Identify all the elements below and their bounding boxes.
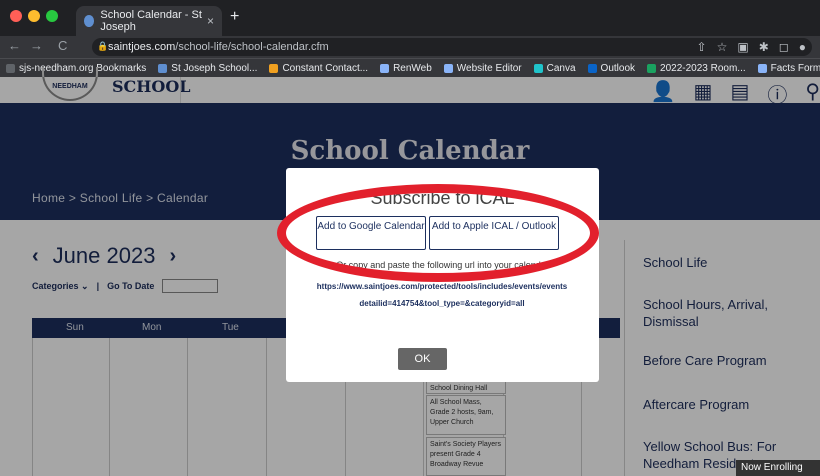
bookmark-item[interactable]: RenWeb [380,63,432,74]
bookmark-favicon-icon [269,63,279,73]
bookmark-item[interactable]: Website Editor [443,62,522,74]
extensions-puzzle-icon[interactable]: ✱ [759,40,769,54]
bookmark-favicon-icon [757,63,767,73]
tab-title: School Calendar - St Joseph [100,9,202,33]
share-icon[interactable]: ⇧ [697,40,707,54]
bookmark-favicon-icon [380,63,390,73]
bookmark-label: Canva [546,62,576,74]
bookmark-item[interactable]: Canva [533,62,576,74]
bookmark-star-icon[interactable]: ☆ [717,40,728,54]
browser-tab-strip: School Calendar - St Joseph × + [0,0,820,36]
browser-tab-active[interactable]: School Calendar - St Joseph × [76,6,222,36]
back-arrow-icon[interactable]: ← [8,38,21,53]
bookmark-item[interactable]: 2022-2023 Room... [647,63,746,74]
bookmark-label: Outlook [600,62,636,74]
reload-icon[interactable]: C [58,38,67,53]
bookmark-item[interactable]: Constant Contact... [269,63,368,74]
close-window-button[interactable] [10,10,22,22]
bookmarks-bar: sjs-needham.org Bookmarks St Joseph Schoo… [0,58,820,77]
url-path: /school-life/school-calendar.cfm [175,41,329,53]
ok-button[interactable]: OK [398,348,447,370]
bookmark-label: Constant Contact... [282,62,369,74]
bookmark-label: Website Editor [456,62,522,74]
tab-close-icon[interactable]: × [207,14,214,28]
lock-icon: 🔒 [97,41,109,51]
bookmark-favicon-icon [158,63,168,73]
bookmark-item[interactable]: Facts Forms [757,62,820,74]
bookmark-item[interactable]: Outlook [587,62,636,74]
ical-subscribe-url[interactable]: https://www.saintjoes.com/protected/tool… [292,278,592,312]
highlight-annotation-ring [277,184,599,282]
url-field[interactable]: 🔒 saintjoes.com/school-life/school-calen… [92,38,812,56]
forward-arrow-icon[interactable]: → [30,38,43,53]
extension-icons: ⇧ ☆ ▣ ✱ ◻ ● [697,40,806,54]
bookmark-item[interactable]: St Joseph School... [158,63,257,74]
address-bar-row: ← → C 🔒 saintjoes.com/school-life/school… [0,36,820,58]
maximize-window-button[interactable] [46,10,58,22]
profile-avatar-icon[interactable]: ● [799,40,806,54]
bookmark-label: St Joseph School... [171,62,258,74]
bookmark-favicon-icon [533,63,543,73]
site-favicon-icon [84,15,95,27]
bookmark-favicon-icon [647,63,657,73]
bookmark-label: RenWeb [393,62,432,74]
minimize-window-button[interactable] [28,10,40,22]
bookmark-favicon-icon [443,63,453,73]
sidepanel-icon[interactable]: ◻ [779,40,789,54]
bookmark-label: Facts Forms [770,62,820,74]
adblock-icon[interactable]: ▣ [737,40,748,54]
bookmark-favicon-icon [6,63,15,73]
bookmark-label: 2022-2023 Room... [660,62,746,74]
new-tab-button[interactable]: + [230,8,239,26]
url-host: saintjoes.com [108,41,176,53]
now-enrolling-badge[interactable]: Now Enrolling [736,460,820,476]
bookmark-favicon-icon [587,63,597,73]
